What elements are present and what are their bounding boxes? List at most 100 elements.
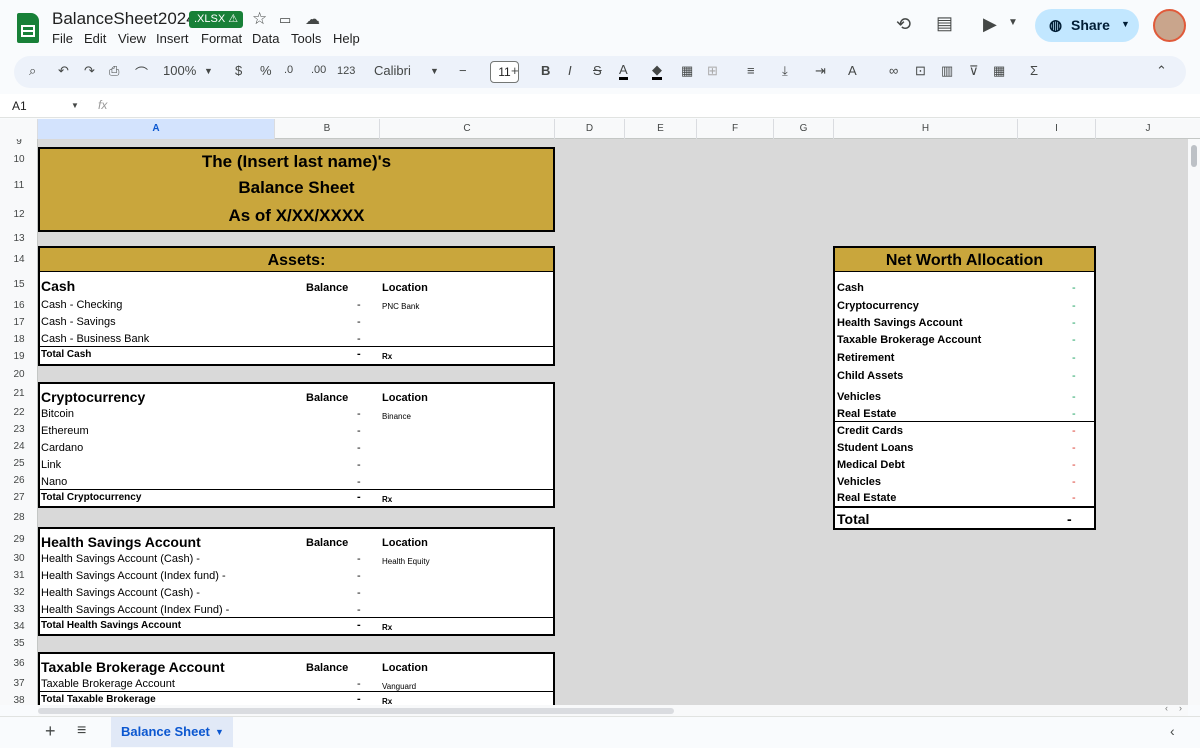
total-label[interactable]: Total Health Savings Account <box>41 620 181 631</box>
location-value[interactable]: PNC Bank <box>382 302 419 311</box>
list-item[interactable]: Health Savings Account (Index fund) - <box>41 570 226 582</box>
list-item[interactable]: Health Savings Account (Cash) - <box>41 587 200 599</box>
allocation-label[interactable]: Retirement <box>837 352 894 364</box>
crypto-section[interactable]: Cryptocurrency Balance Location Bitcoin … <box>38 382 555 508</box>
undo-icon[interactable]: ↶ <box>58 63 69 79</box>
name-box-dropdown-icon[interactable]: ▼ <box>71 101 79 110</box>
row-header[interactable]: 15 <box>0 279 37 290</box>
share-button[interactable]: ◍ Share ▼ <box>1035 9 1139 42</box>
row-header[interactable]: 18 <box>0 334 37 345</box>
sheets-logo-icon[interactable] <box>17 13 39 43</box>
total-label[interactable]: Total Taxable Brokerage <box>41 694 156 705</box>
row-header[interactable]: 27 <box>0 492 37 503</box>
increase-font-size-button[interactable]: + <box>511 63 519 78</box>
row-header[interactable]: 17 <box>0 317 37 328</box>
column-header-c[interactable]: C <box>380 119 555 139</box>
allocation-value[interactable]: - <box>1072 442 1076 454</box>
row-header[interactable]: 20 <box>0 369 37 380</box>
collapse-toolbar-icon[interactable]: ⌃ <box>1156 63 1167 79</box>
column-header-j[interactable]: J <box>1096 119 1200 139</box>
sheet-navigation-icon[interactable]: ‹ <box>1170 723 1175 739</box>
add-sheet-icon[interactable]: + <box>45 721 56 742</box>
allocation-value[interactable]: - <box>1072 282 1076 294</box>
total-label[interactable]: Total Cash <box>41 349 91 360</box>
allocation-label[interactable]: Real Estate <box>837 408 896 420</box>
row-header[interactable]: 10 <box>0 154 37 165</box>
vertical-scroll-thumb[interactable] <box>1191 145 1197 167</box>
row-header[interactable]: 24 <box>0 441 37 452</box>
balance-value[interactable]: - <box>357 425 361 437</box>
total-value[interactable]: - <box>357 619 361 631</box>
row-header[interactable]: 21 <box>0 388 37 399</box>
column-header-h[interactable]: H <box>834 119 1018 139</box>
allocation-value[interactable]: - <box>1072 492 1076 504</box>
italic-icon[interactable]: I <box>568 63 572 78</box>
column-header-d[interactable]: D <box>555 119 625 139</box>
horizontal-scroll-thumb[interactable] <box>38 708 674 714</box>
row-header[interactable]: 38 <box>0 695 37 705</box>
currency-format-button[interactable]: $ <box>235 63 242 78</box>
list-item[interactable]: Cardano <box>41 442 83 454</box>
allocation-value[interactable]: - <box>1072 300 1076 312</box>
balance-value[interactable]: - <box>357 408 361 420</box>
row-header[interactable]: 19 <box>0 351 37 362</box>
row-header[interactable]: 12 <box>0 209 37 220</box>
brokerage-section[interactable]: Taxable Brokerage Account Balance Locati… <box>38 652 555 705</box>
font-select[interactable]: Calibri <box>374 63 411 78</box>
insert-comment-icon[interactable]: ⊡ <box>915 63 926 79</box>
comments-icon[interactable]: ▤ <box>936 13 953 34</box>
allocation-label[interactable]: Cryptocurrency <box>837 300 919 312</box>
allocation-label[interactable]: Real Estate <box>837 492 896 504</box>
allocation-label[interactable]: Student Loans <box>837 442 913 454</box>
balance-value[interactable]: - <box>357 570 361 582</box>
row-header[interactable]: 33 <box>0 604 37 615</box>
functions-icon[interactable]: Σ <box>1030 63 1038 78</box>
text-rotation-icon[interactable]: A <box>848 63 857 78</box>
menu-insert[interactable]: Insert <box>156 31 189 46</box>
balance-value[interactable]: - <box>357 678 361 690</box>
balance-value[interactable]: - <box>357 587 361 599</box>
column-header-i[interactable]: I <box>1018 119 1096 139</box>
row-header[interactable]: 28 <box>0 512 37 523</box>
vertical-scrollbar[interactable] <box>1188 139 1200 705</box>
menu-tools[interactable]: Tools <box>291 31 321 46</box>
allocation-label[interactable]: Vehicles <box>837 476 881 488</box>
allocation-label[interactable]: Cash <box>837 282 864 294</box>
allocation-value[interactable]: - <box>1072 370 1076 382</box>
list-item[interactable]: Cash - Savings <box>41 316 116 328</box>
star-icon[interactable]: ☆ <box>252 9 267 29</box>
row-header[interactable]: 25 <box>0 458 37 469</box>
version-history-icon[interactable]: ⟲ <box>896 14 911 35</box>
row-header[interactable]: 30 <box>0 553 37 564</box>
row-header[interactable]: 37 <box>0 678 37 689</box>
menu-help[interactable]: Help <box>333 31 360 46</box>
horizontal-scrollbar[interactable]: ‹ › <box>38 703 1188 716</box>
balance-value[interactable]: - <box>357 299 361 311</box>
row-header[interactable]: 35 <box>0 638 37 649</box>
allocation-label[interactable]: Vehicles <box>837 391 881 403</box>
horizontal-align-icon[interactable]: ≡ <box>747 63 755 78</box>
column-header-e[interactable]: E <box>625 119 697 139</box>
allocation-value[interactable]: - <box>1072 459 1076 471</box>
row-header[interactable]: 26 <box>0 475 37 486</box>
font-dropdown-icon[interactable]: ▼ <box>430 66 439 76</box>
scroll-left-icon[interactable]: ‹ <box>1165 703 1168 713</box>
text-wrapping-icon[interactable]: ⇥ <box>815 63 826 79</box>
row-header[interactable]: 11 <box>0 180 37 191</box>
avatar[interactable] <box>1153 9 1186 42</box>
total-location[interactable]: Rx <box>382 495 392 504</box>
cash-section[interactable]: Cash Balance Location Cash - Checking - … <box>38 272 555 366</box>
list-item[interactable]: Cash - Checking <box>41 299 122 311</box>
increase-decimal-button[interactable]: .00 <box>311 64 326 76</box>
sheet-grid[interactable]: The (Insert last name)'s Balance Sheet A… <box>38 139 1188 705</box>
column-header-a[interactable]: A <box>38 119 275 139</box>
chevron-down-icon[interactable]: ▼ <box>1008 17 1018 28</box>
row-header[interactable]: 13 <box>0 233 37 244</box>
total-value[interactable]: - <box>357 693 361 705</box>
total-location[interactable]: Rx <box>382 697 392 705</box>
text-color-icon[interactable]: A <box>619 63 628 80</box>
name-box[interactable]: A1 <box>12 99 27 113</box>
strikethrough-icon[interactable]: S <box>593 63 602 78</box>
column-header-f[interactable]: F <box>697 119 774 139</box>
fill-color-icon[interactable]: ◆ <box>652 63 662 80</box>
